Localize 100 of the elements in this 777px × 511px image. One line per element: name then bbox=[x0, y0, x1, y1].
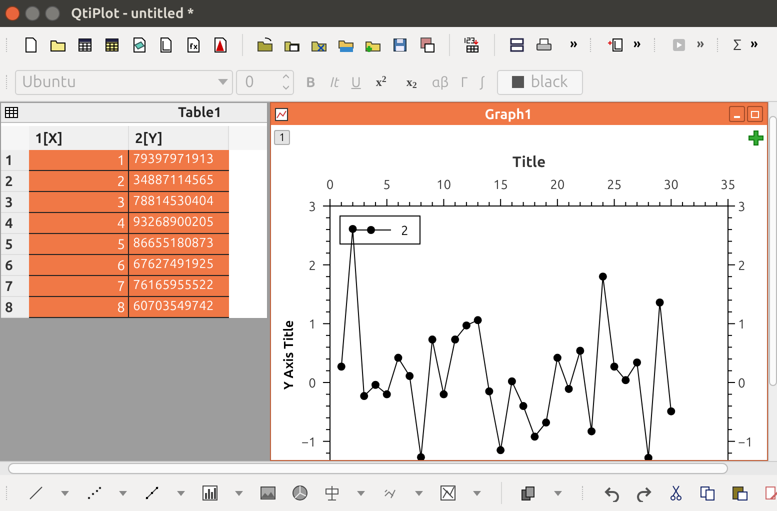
y-tick-label: 1 bbox=[738, 318, 746, 332]
numbers-table-icon[interactable] bbox=[463, 36, 481, 54]
x-tick-label: 5 bbox=[383, 178, 391, 192]
scatter-icon[interactable] bbox=[85, 484, 103, 502]
line-symbol-icon[interactable] bbox=[143, 484, 161, 502]
table-cell: 86655180873 bbox=[129, 234, 229, 255]
chart-title: Title bbox=[512, 153, 546, 170]
data-point bbox=[667, 407, 676, 416]
row-number[interactable]: 4 bbox=[1, 213, 29, 234]
horizontal-scrollbar[interactable] bbox=[0, 461, 777, 475]
y-tick-label: 0 bbox=[738, 376, 746, 390]
table-cell: 1 bbox=[29, 150, 129, 171]
x-tick-label: 35 bbox=[720, 178, 736, 192]
overflow-button[interactable]: » bbox=[696, 35, 704, 55]
layer-button[interactable]: 1 bbox=[274, 130, 290, 145]
add-layer-icon[interactable] bbox=[606, 36, 624, 54]
table-cell: 93268900205 bbox=[129, 213, 229, 234]
overflow-button[interactable]: » bbox=[570, 35, 578, 55]
spin-arrows-icon bbox=[283, 74, 289, 90]
data-point bbox=[337, 362, 346, 371]
image-icon[interactable] bbox=[259, 484, 277, 502]
table-cell: 8 bbox=[29, 297, 129, 318]
y-tick-label: 3 bbox=[308, 200, 316, 214]
bar-chart-icon[interactable] bbox=[201, 484, 219, 502]
open-folder-icon[interactable] bbox=[256, 36, 274, 54]
data-point bbox=[394, 354, 402, 362]
data-point bbox=[576, 346, 584, 355]
table-cell: 79397971913 bbox=[129, 150, 229, 171]
y-tick-label: 2 bbox=[738, 258, 746, 273]
table-title: Table1 bbox=[178, 103, 222, 122]
data-point bbox=[519, 402, 528, 410]
data-point bbox=[474, 316, 482, 324]
panes-icon[interactable] bbox=[508, 36, 526, 54]
table-cell: 60703549742 bbox=[129, 297, 229, 318]
y-tick-label: 0 bbox=[308, 376, 316, 390]
caret-icon bbox=[218, 79, 228, 85]
export-graph-icon[interactable] bbox=[418, 36, 436, 54]
column-header[interactable]: 2[Y] bbox=[129, 126, 229, 150]
row-number[interactable]: 8 bbox=[1, 297, 29, 318]
save-icon[interactable] bbox=[391, 36, 409, 54]
data-point bbox=[598, 272, 607, 281]
table-icon[interactable] bbox=[76, 36, 94, 54]
data-point bbox=[360, 392, 368, 400]
data-point bbox=[485, 387, 494, 396]
row-number[interactable]: 7 bbox=[1, 276, 29, 297]
data-point bbox=[530, 432, 539, 441]
data-point bbox=[588, 427, 596, 436]
table-cell: 3 bbox=[29, 192, 129, 213]
vertical-scrollbar[interactable] bbox=[768, 102, 777, 461]
x-tick-label: 30 bbox=[664, 178, 678, 192]
data-point bbox=[462, 321, 470, 330]
paste-icon[interactable] bbox=[731, 484, 749, 502]
clear-icon[interactable] bbox=[763, 484, 777, 502]
matrix-icon[interactable] bbox=[103, 36, 121, 54]
line-icon[interactable] bbox=[27, 484, 45, 502]
graph-icon bbox=[275, 108, 288, 120]
data-point bbox=[428, 336, 436, 344]
row-number[interactable]: 3 bbox=[1, 192, 29, 213]
data-point bbox=[656, 298, 664, 306]
data-point bbox=[416, 453, 425, 460]
color-swatch-icon bbox=[512, 76, 524, 88]
legend-label: 2 bbox=[401, 224, 408, 238]
row-number[interactable]: 1 bbox=[1, 150, 29, 171]
data-point bbox=[440, 390, 448, 398]
plus-icon[interactable] bbox=[748, 130, 764, 146]
row-number[interactable]: 2 bbox=[1, 171, 29, 192]
y-tick-label: −1 bbox=[738, 435, 753, 450]
y-tick-label: 2 bbox=[308, 258, 316, 273]
y-tick-label: −1 bbox=[301, 435, 316, 450]
maximize-button[interactable] bbox=[45, 6, 60, 21]
table-cell: 34887114565 bbox=[129, 171, 229, 192]
maximize-button[interactable] bbox=[747, 106, 763, 122]
row-number[interactable]: 5 bbox=[1, 234, 29, 255]
data-point bbox=[622, 376, 630, 384]
sum-button[interactable]: Σ bbox=[733, 34, 742, 56]
x-tick-label: 0 bbox=[326, 178, 334, 192]
close-button[interactable] bbox=[5, 6, 20, 21]
x-tick-label: 20 bbox=[550, 178, 565, 192]
data-point bbox=[644, 454, 652, 460]
x-tick-label: 10 bbox=[436, 178, 452, 192]
data-point bbox=[633, 358, 642, 366]
copy-icon[interactable] bbox=[699, 484, 717, 502]
y-tick-label: 3 bbox=[738, 200, 746, 214]
minimize-button[interactable] bbox=[729, 106, 745, 122]
table-icon bbox=[5, 107, 18, 118]
row-number[interactable]: 6 bbox=[1, 255, 29, 276]
data-point bbox=[382, 390, 391, 398]
pie-chart-icon[interactable] bbox=[291, 484, 309, 502]
plot-icon[interactable] bbox=[439, 484, 457, 502]
minimize-button[interactable] bbox=[25, 6, 40, 21]
data-point bbox=[496, 446, 505, 454]
data-point bbox=[553, 354, 562, 362]
x-tick-label: 15 bbox=[493, 178, 508, 192]
window-title: QtiPlot - untitled * bbox=[71, 4, 194, 23]
table-cell: 4 bbox=[29, 213, 129, 234]
table-cell: 5 bbox=[29, 234, 129, 255]
table-cell: 67627491925 bbox=[129, 255, 229, 276]
column-header[interactable]: 1[X] bbox=[29, 126, 129, 150]
overflow-button[interactable]: » bbox=[750, 35, 758, 55]
overflow-button[interactable]: » bbox=[633, 35, 641, 55]
